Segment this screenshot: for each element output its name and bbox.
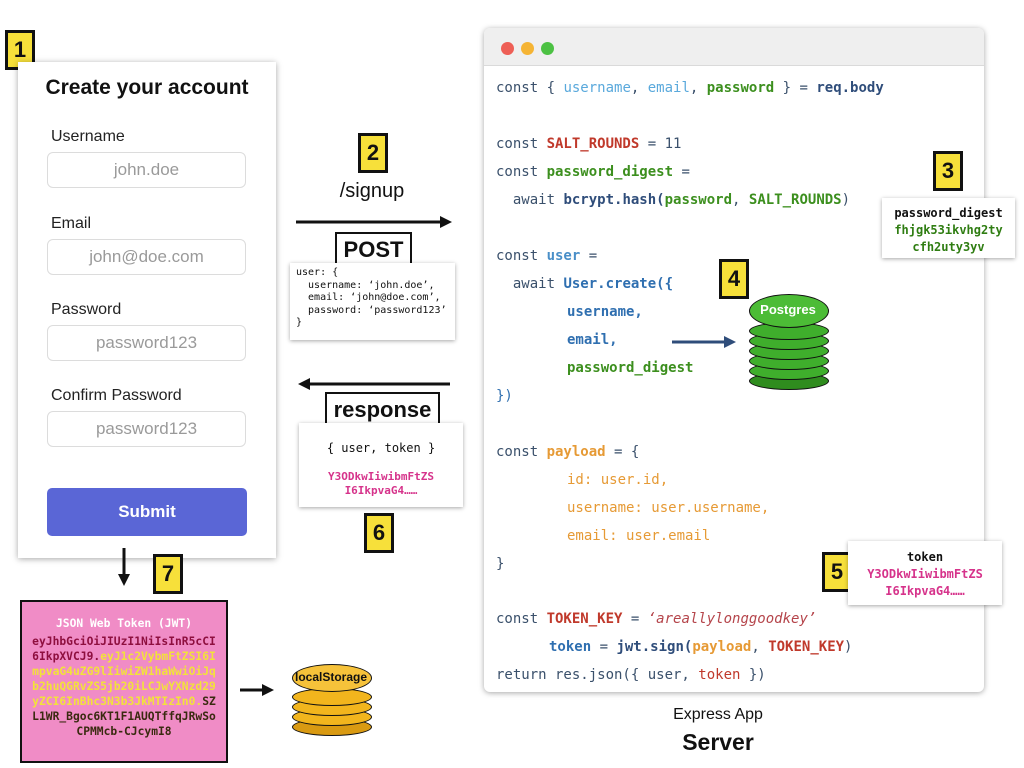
server-subtitle: Express App [673, 706, 763, 723]
submit-button[interactable]: Submit [47, 488, 247, 536]
token-callout-line-2: I6IkpvaG4…… [885, 584, 965, 598]
jwt-box: JSON Web Token (JWT) eyJhbGciOiJIUzI1NiI… [20, 600, 228, 763]
request-body-line: password: ‘password123’ [296, 304, 447, 316]
code-line-15: } [496, 556, 505, 572]
jwt-title: JSON Web Token (JWT) [55, 617, 193, 630]
email-input[interactable]: john@doe.com [47, 239, 246, 275]
password-label: Password [51, 301, 122, 318]
password-digest-title: password_digest [894, 206, 1003, 220]
arrow-right-icon [240, 684, 274, 696]
password-digest-line-2: cfh2uty3yv [912, 240, 985, 254]
request-body-line: user: { [296, 267, 339, 278]
request-body-line: username: ‘john.doe’, [296, 279, 435, 291]
route-label: /signup [339, 180, 405, 202]
password-input[interactable]: password123 [47, 325, 246, 361]
code-line-1: const { username, email, password } = re… [496, 80, 884, 96]
request-body-line: } [296, 317, 303, 328]
code-line-8: email, [567, 332, 618, 348]
email-label: Email [51, 215, 92, 232]
arrow-down-icon [118, 548, 130, 586]
window-titlebar [484, 28, 984, 66]
request-body: user: { username: ‘john.doe’, email: ‘jo… [290, 263, 455, 340]
window-minimize-dot[interactable] [521, 42, 534, 55]
local-storage-label: localStorage [294, 670, 368, 684]
step-badge-7: 7 [153, 554, 183, 594]
code-line-5: const user = [496, 248, 598, 264]
step-badge-6: 6 [364, 513, 394, 553]
request-body-line: email: ‘john@doe.com’, [296, 292, 441, 303]
code-line-3: const password_digest = [496, 164, 690, 180]
code-line-18: return res.json({ user, token }) [496, 667, 766, 683]
arrow-right-icon [296, 216, 452, 228]
code-line-14: email: user.email [567, 528, 711, 544]
code-line-11: const payload = { [496, 444, 640, 460]
code-line-6: await User.create({ [496, 276, 674, 292]
response-token-line-2: I6IkpvaG4…… [344, 484, 418, 497]
username-label: Username [51, 128, 125, 145]
arrow-left-icon [298, 378, 450, 390]
code-line-17: token = jwt.sign(payload, TOKEN_KEY) [549, 639, 853, 655]
code-line-10: }) [496, 388, 513, 404]
code-line-7: username, [567, 304, 643, 320]
confirm-password-label: Confirm Password [51, 387, 182, 404]
arrow-right-icon [672, 336, 736, 348]
code-line-2: const SALT_ROUNDS = 11 [496, 136, 682, 152]
step-badge-4: 4 [719, 259, 749, 299]
server-title: Server [682, 729, 754, 755]
window-maximize-dot[interactable] [541, 42, 554, 55]
code-line-9: password_digest [567, 360, 694, 376]
postgres-label: Postgres [760, 302, 816, 317]
form-title: Create your account [45, 76, 249, 99]
password-digest-callout: password_digest fhjgk53ikvhg2ty cfh2uty3… [882, 198, 1015, 258]
password-digest-line-1: fhjgk53ikvhg2ty [894, 223, 1003, 237]
code-line-12: id: user.id, [567, 472, 669, 488]
response-token-line-1: Y3ODkwIiwibmFtZS [328, 470, 434, 483]
confirm-password-input[interactable]: password123 [47, 411, 246, 447]
signup-form: Create your account Username john.doe Em… [18, 62, 276, 558]
token-callout: token Y3ODkwIiwibmFtZS I6IkpvaG4…… [848, 541, 1002, 605]
code-line-16: const TOKEN_KEY = ‘areallylonggoodkey’ [496, 611, 817, 627]
local-storage-database-icon: localStorage [292, 662, 372, 738]
code-line-4: await bcrypt.hash(password, SALT_ROUNDS) [496, 192, 851, 208]
token-callout-title: token [906, 550, 944, 564]
window-close-dot[interactable] [501, 42, 514, 55]
step-badge-3: 3 [933, 151, 963, 191]
response-body: { user, token } Y3ODkwIiwibmFtZS I6Ikpva… [299, 423, 463, 507]
response-body-title: { user, token } [326, 441, 436, 455]
code-line-13: username: user.username, [567, 500, 770, 516]
postgres-database-icon: Postgres [749, 292, 829, 392]
username-input[interactable]: john.doe [47, 152, 246, 188]
token-callout-line-1: Y3ODkwIiwibmFtZS [867, 567, 983, 581]
step-badge-2: 2 [358, 133, 388, 173]
